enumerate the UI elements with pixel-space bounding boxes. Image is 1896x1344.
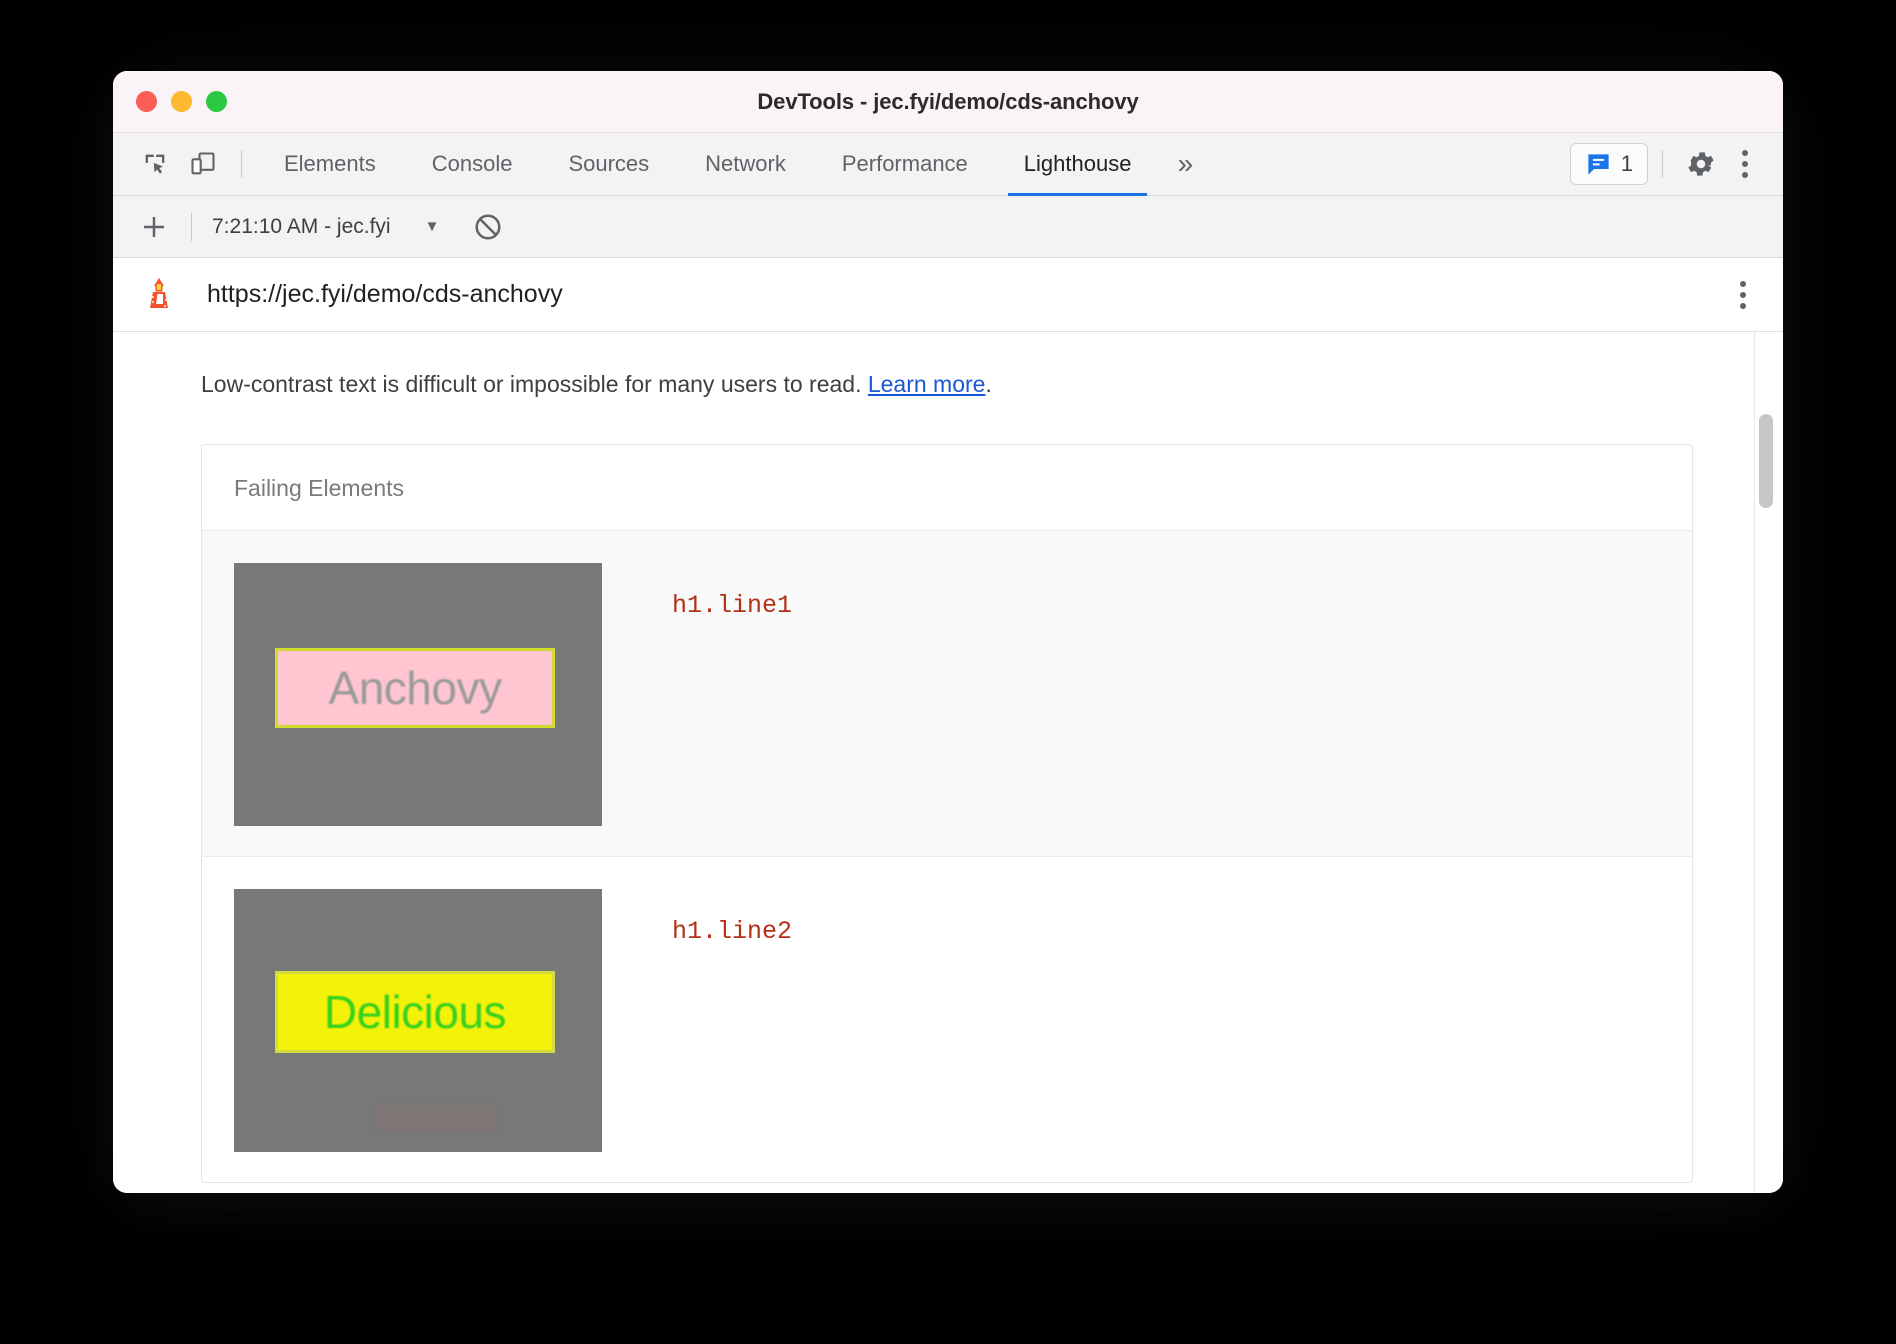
tab-label: Sources bbox=[568, 151, 649, 177]
issues-message-icon bbox=[1585, 151, 1612, 178]
devtools-window: DevTools - jec.fyi/demo/cds-anchovy Elem… bbox=[113, 71, 1783, 1193]
control-divider bbox=[191, 213, 192, 241]
issues-count: 1 bbox=[1621, 151, 1633, 177]
highlighted-snippet: Delicious bbox=[275, 971, 555, 1053]
tab-network[interactable]: Network bbox=[677, 133, 814, 196]
tab-sources[interactable]: Sources bbox=[540, 133, 677, 196]
lighthouse-control-bar: 7:21:10 AM - jec.fyi ▼ bbox=[113, 196, 1783, 258]
report-select-value: 7:21:10 AM - jec.fyi bbox=[212, 215, 391, 239]
lighthouse-icon bbox=[137, 273, 181, 317]
tab-performance[interactable]: Performance bbox=[814, 133, 996, 196]
report-menu-icon[interactable] bbox=[1723, 281, 1763, 309]
devtools-menu-icon[interactable] bbox=[1725, 150, 1765, 178]
element-selector: h1.line2 bbox=[602, 889, 792, 946]
tab-label: Network bbox=[705, 151, 786, 177]
audit-description-text: Low-contrast text is difficult or imposs… bbox=[201, 371, 868, 397]
element-screenshot-thumbnail: Anchovy bbox=[234, 563, 602, 826]
blurred-secondary-element bbox=[374, 1104, 499, 1132]
window-title: DevTools - jec.fyi/demo/cds-anchovy bbox=[113, 89, 1783, 115]
tab-lighthouse[interactable]: Lighthouse bbox=[996, 133, 1160, 196]
snippet-text: Anchovy bbox=[329, 661, 502, 715]
clear-all-icon[interactable] bbox=[465, 204, 511, 250]
toolbar-divider bbox=[241, 150, 242, 178]
lighthouse-report-content: Low-contrast text is difficult or imposs… bbox=[113, 332, 1783, 1193]
failing-elements-title: Failing Elements bbox=[202, 445, 1692, 531]
device-toolbar-icon[interactable] bbox=[179, 140, 227, 188]
window-titlebar: DevTools - jec.fyi/demo/cds-anchovy bbox=[113, 71, 1783, 133]
tab-label: Elements bbox=[284, 151, 376, 177]
tab-label: Performance bbox=[842, 151, 968, 177]
screenshot-root: DevTools - jec.fyi/demo/cds-anchovy Elem… bbox=[0, 0, 1896, 1344]
toolbar-divider-2 bbox=[1662, 150, 1663, 178]
report-url: https://jec.fyi/demo/cds-anchovy bbox=[207, 280, 563, 309]
audit-description-period: . bbox=[985, 371, 991, 397]
tab-elements[interactable]: Elements bbox=[256, 133, 404, 196]
highlighted-snippet: Anchovy bbox=[275, 648, 555, 728]
tab-label: Lighthouse bbox=[1024, 151, 1132, 177]
scrollbar-thumb[interactable] bbox=[1759, 414, 1773, 508]
table-row[interactable]: Anchovy h1.line1 bbox=[202, 531, 1692, 857]
audit-description: Low-contrast text is difficult or imposs… bbox=[113, 332, 1783, 400]
new-report-button[interactable] bbox=[131, 204, 177, 250]
snippet-text: Delicious bbox=[324, 985, 506, 1039]
report-url-bar: https://jec.fyi/demo/cds-anchovy bbox=[113, 258, 1783, 332]
devtools-tabbar: Elements Console Sources Network Perform… bbox=[113, 133, 1783, 196]
panel-tabs: Elements Console Sources Network Perform… bbox=[256, 133, 1159, 196]
gear-icon[interactable] bbox=[1677, 140, 1725, 188]
toolbar-right-actions: 1 bbox=[1570, 140, 1783, 188]
tab-label: Console bbox=[432, 151, 513, 177]
inspect-element-icon[interactable] bbox=[131, 140, 179, 188]
chevron-down-icon: ▼ bbox=[425, 218, 440, 235]
more-tabs-chevron-icon[interactable]: » bbox=[1159, 140, 1211, 188]
element-screenshot-thumbnail: Delicious bbox=[234, 889, 602, 1152]
table-row[interactable]: Delicious h1.line2 bbox=[202, 857, 1692, 1182]
learn-more-link[interactable]: Learn more bbox=[868, 371, 986, 397]
failing-elements-card: Failing Elements Anchovy h1.line1 Delici… bbox=[201, 444, 1693, 1183]
element-selector: h1.line1 bbox=[602, 563, 792, 620]
tab-console[interactable]: Console bbox=[404, 133, 541, 196]
issues-button[interactable]: 1 bbox=[1570, 143, 1648, 185]
report-scrollbar[interactable] bbox=[1755, 332, 1777, 1193]
report-select[interactable]: 7:21:10 AM - jec.fyi ▼ bbox=[206, 215, 439, 239]
